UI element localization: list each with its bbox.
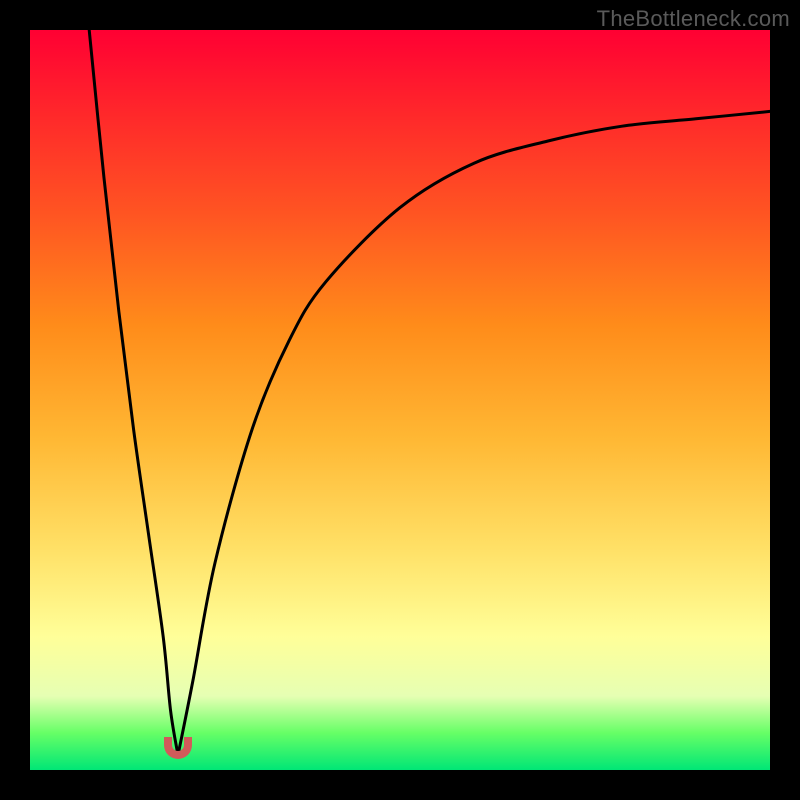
watermark-text: TheBottleneck.com: [597, 6, 790, 32]
chart-stage: TheBottleneck.com: [0, 0, 800, 800]
right-branch-path: [178, 111, 770, 755]
curve-svg: [30, 30, 770, 770]
plot-area: [30, 30, 770, 770]
left-branch-path: [89, 30, 178, 755]
